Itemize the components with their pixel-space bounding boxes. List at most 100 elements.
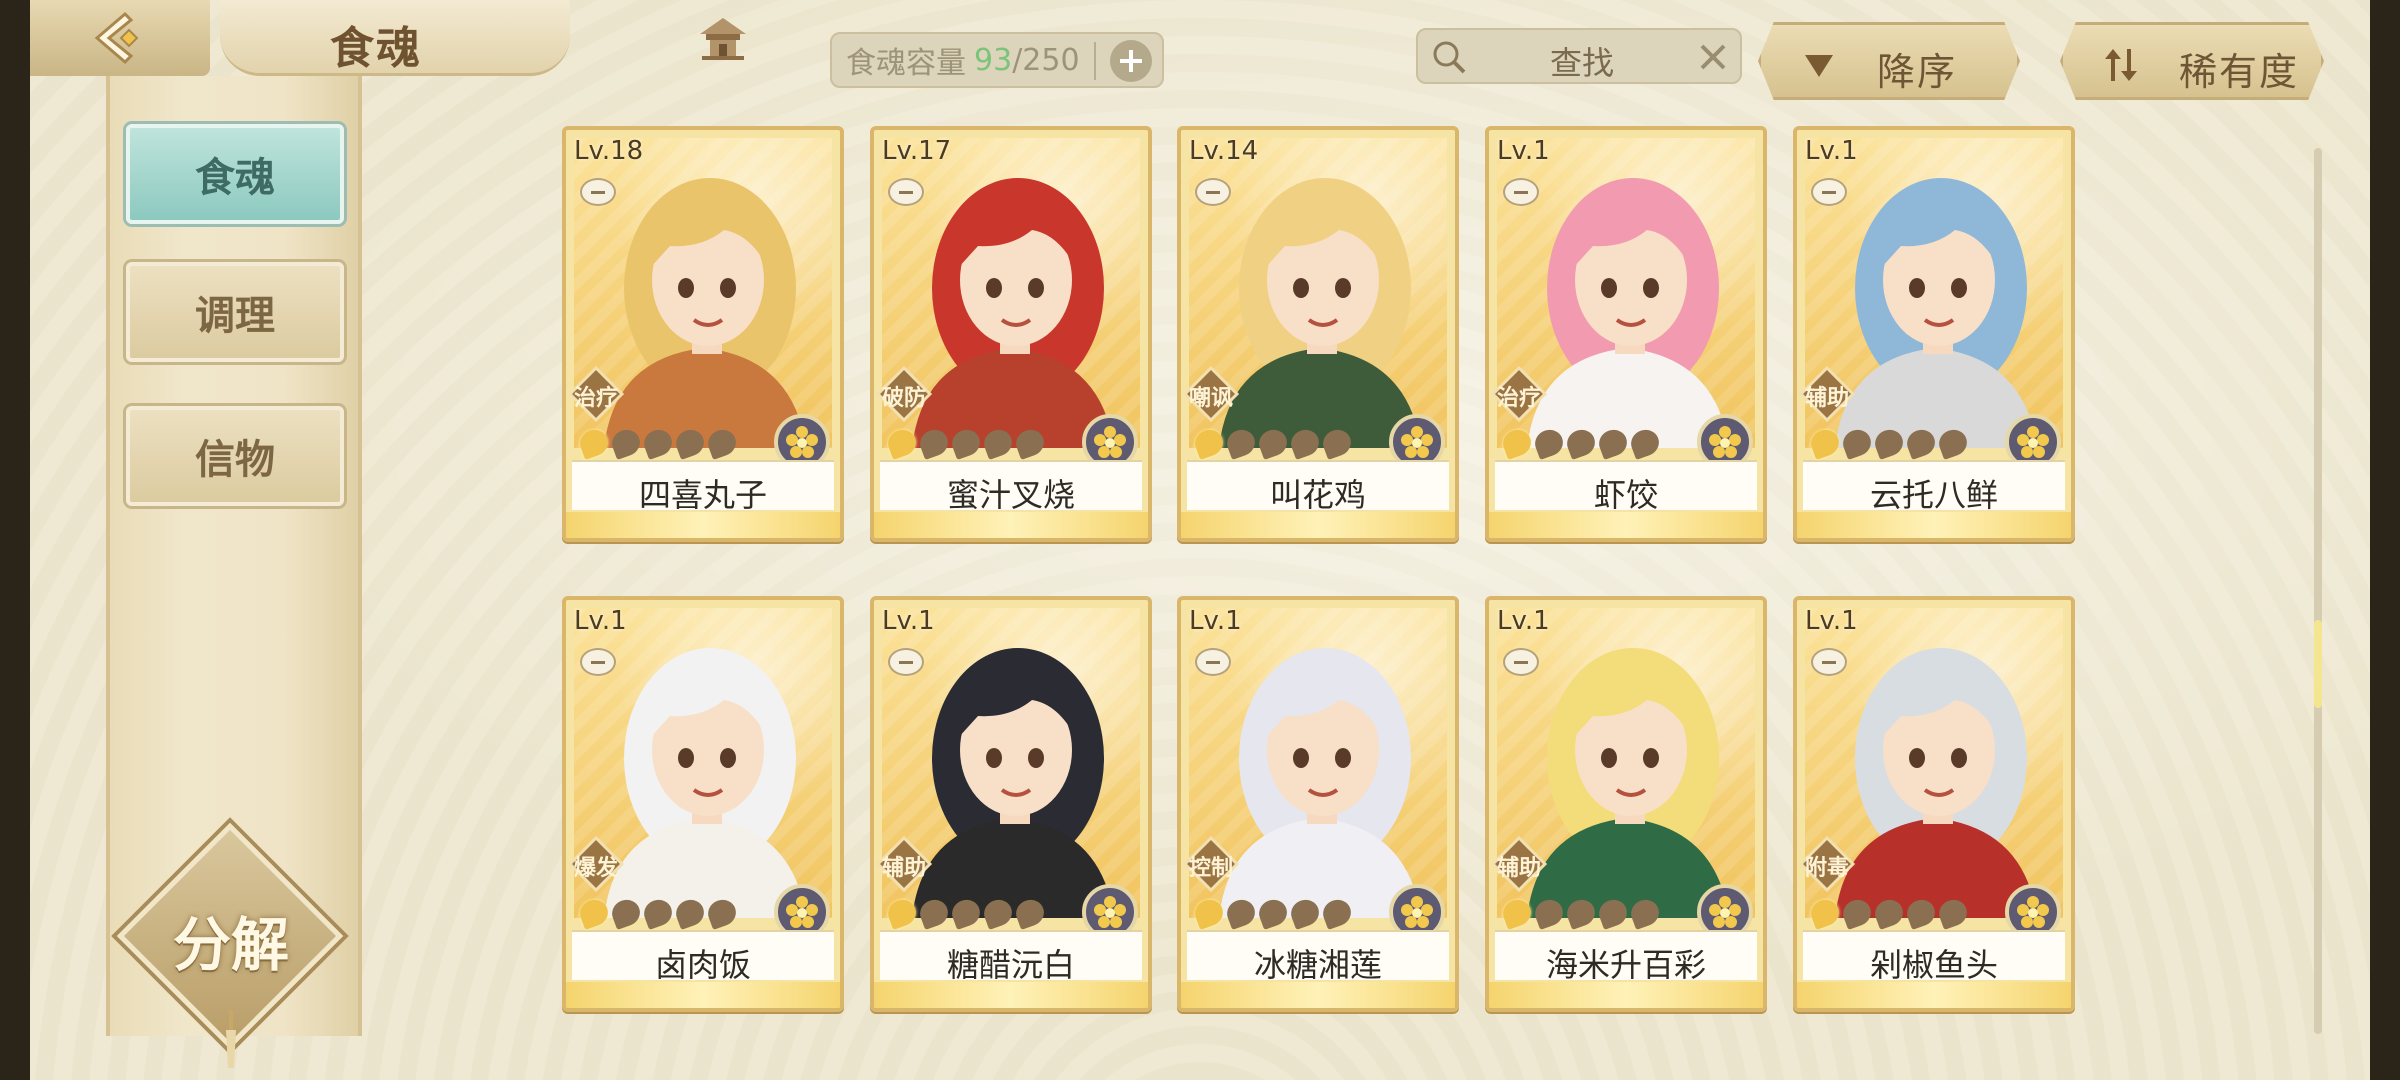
name-plate: 蜜汁叉烧 [880,460,1142,514]
flower-icon [1094,426,1126,458]
food-soul-card[interactable]: Lv.14 嘲讽 叫花鸡 [1177,126,1459,542]
card-bottom-band [874,512,1148,538]
food-soul-card[interactable]: Lv.1 辅助 糖醋沅白 [870,596,1152,1012]
flower-icon [2017,896,2049,928]
triangle-down-icon [1805,55,1833,77]
search-box[interactable]: 查找 [1416,28,1742,84]
card-bottom-band [874,982,1148,1008]
star-icon [1191,425,1227,461]
star-icon [1531,425,1567,461]
flower-icon [2017,426,2049,458]
card-level: Lv.1 [1189,606,1242,636]
star-icon [640,895,676,931]
star-icon [1012,425,1048,461]
star-rating [884,425,1048,461]
star-icon [1287,895,1323,931]
food-soul-card[interactable]: Lv.1 控制 冰糖湘莲 [1177,596,1459,1012]
star-icon [1807,895,1843,931]
capacity-current: 93 [974,42,1013,78]
food-soul-card[interactable]: Lv.1 辅助 云托八鲜 [1793,126,2075,542]
name-plate: 冰糖湘莲 [1187,930,1449,984]
star-icon [1627,895,1663,931]
star-icon [1319,895,1355,931]
card-role: 治疗 [1496,386,1541,411]
star-icon [1012,895,1048,931]
star-icon [1255,895,1291,931]
search-icon [1433,41,1466,74]
star-icon [1499,895,1535,931]
star-icon [980,895,1016,931]
star-icon [1595,895,1631,931]
star-icon [1191,895,1227,931]
star-icon [916,425,952,461]
card-name: 虾饺 [1593,476,1658,514]
tab-recipes[interactable]: 调理 [126,262,344,362]
star-rating [1807,425,1971,461]
home-icon[interactable] [696,14,750,62]
scrollbar-track[interactable] [2314,148,2322,1034]
name-plate: 四喜丸子 [572,460,834,514]
name-plate: 卤肉饭 [572,930,834,984]
card-name: 糖醋沅白 [946,946,1075,984]
star-rating [576,895,740,931]
card-level: Lv.1 [882,606,935,636]
capacity-total: /250 [1012,42,1080,78]
star-icon [672,425,708,461]
back-button[interactable] [30,0,210,76]
star-rating [1191,895,1355,931]
star-icon [1627,425,1663,461]
food-soul-card[interactable]: Lv.17 破防 蜜汁叉烧 [870,126,1152,542]
sort-key-label: 稀有度 [2179,50,2300,94]
food-soul-card[interactable]: Lv.1 辅助 海米升百彩 [1485,596,1767,1012]
star-icon [1871,425,1907,461]
star-icon [1935,895,1971,931]
sort-order-label: 降序 [1877,50,1958,94]
star-icon [1499,425,1535,461]
star-rating [576,425,740,461]
food-soul-card[interactable]: Lv.1 爆发 卤肉饭 [562,596,844,1012]
card-bottom-band [1181,982,1455,1008]
chat-bubble-icon [1811,178,1847,206]
chat-bubble-icon [1195,648,1231,676]
card-bottom-band [566,512,840,538]
flower-icon [786,896,818,928]
star-icon [1531,895,1567,931]
card-role: 破防 [881,386,926,411]
card-role: 嘲讽 [1188,386,1233,411]
flower-icon [1401,426,1433,458]
star-icon [1903,425,1939,461]
card-level: Lv.18 [574,136,644,166]
tab-tokens[interactable]: 信物 [126,406,344,506]
card-name: 四喜丸子 [638,476,767,514]
name-plate: 叫花鸡 [1187,460,1449,514]
star-icon [1255,425,1291,461]
scrollbar-thumb[interactable] [2314,620,2322,708]
food-soul-card[interactable]: Lv.18 治疗 四喜丸子 [562,126,844,542]
chat-bubble-icon [580,178,616,206]
close-icon[interactable] [1698,42,1728,72]
page-title: 食魂 [330,23,422,74]
tab-food-souls[interactable]: 食魂 [126,124,344,224]
card-role: 辅助 [881,856,926,881]
food-soul-card[interactable]: Lv.1 附毒 剁椒鱼头 [1793,596,2075,1012]
sort-order-button[interactable]: 降序 [1758,22,2020,100]
screen-edge-right [2370,0,2400,1080]
card-role: 治疗 [573,386,618,411]
chat-bubble-icon [1503,178,1539,206]
chat-bubble-icon [1811,648,1847,676]
star-icon [948,895,984,931]
star-icon [1871,895,1907,931]
star-rating [1807,895,1971,931]
star-icon [608,425,644,461]
star-icon [1563,425,1599,461]
expand-capacity-button[interactable] [1110,40,1152,82]
star-icon [1223,425,1259,461]
card-role: 辅助 [1804,386,1849,411]
plus-icon [1120,50,1142,72]
card-bottom-band [1489,982,1763,1008]
star-icon [1563,895,1599,931]
sort-key-button[interactable]: 稀有度 [2060,22,2324,100]
star-icon [576,895,612,931]
name-plate: 虾饺 [1495,460,1757,514]
food-soul-card[interactable]: Lv.1 治疗 虾饺 [1485,126,1767,542]
